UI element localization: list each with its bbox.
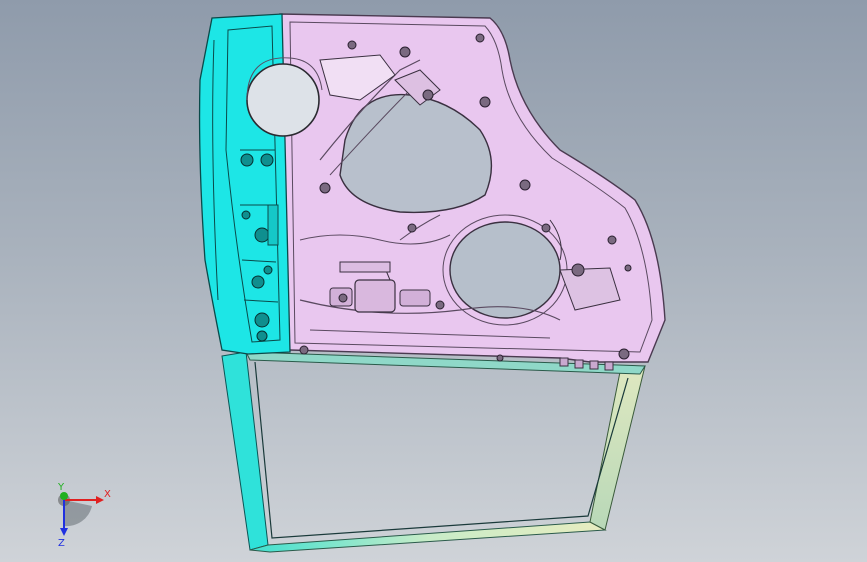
door-inner-panel[interactable] (279, 13, 666, 371)
triad-z-label: Z (58, 538, 65, 549)
triad-x-label: X (104, 489, 111, 500)
triad-y-axis (60, 492, 68, 500)
window-frame[interactable] (221, 351, 646, 553)
upper-speaker-hole (246, 63, 320, 137)
triad-y-label: Y (57, 482, 65, 493)
window-frame-bottom-rail[interactable] (249, 521, 607, 553)
window-frame-rear-post[interactable] (589, 365, 646, 531)
graphics-viewport[interactable]: X Y Z (0, 0, 867, 562)
speaker-opening (449, 221, 561, 319)
window-motor[interactable] (354, 279, 396, 313)
coordinate-triad: X Y Z (57, 482, 111, 549)
cad-model-view[interactable]: X Y Z (0, 0, 867, 562)
window-frame-front-post[interactable] (221, 351, 269, 551)
